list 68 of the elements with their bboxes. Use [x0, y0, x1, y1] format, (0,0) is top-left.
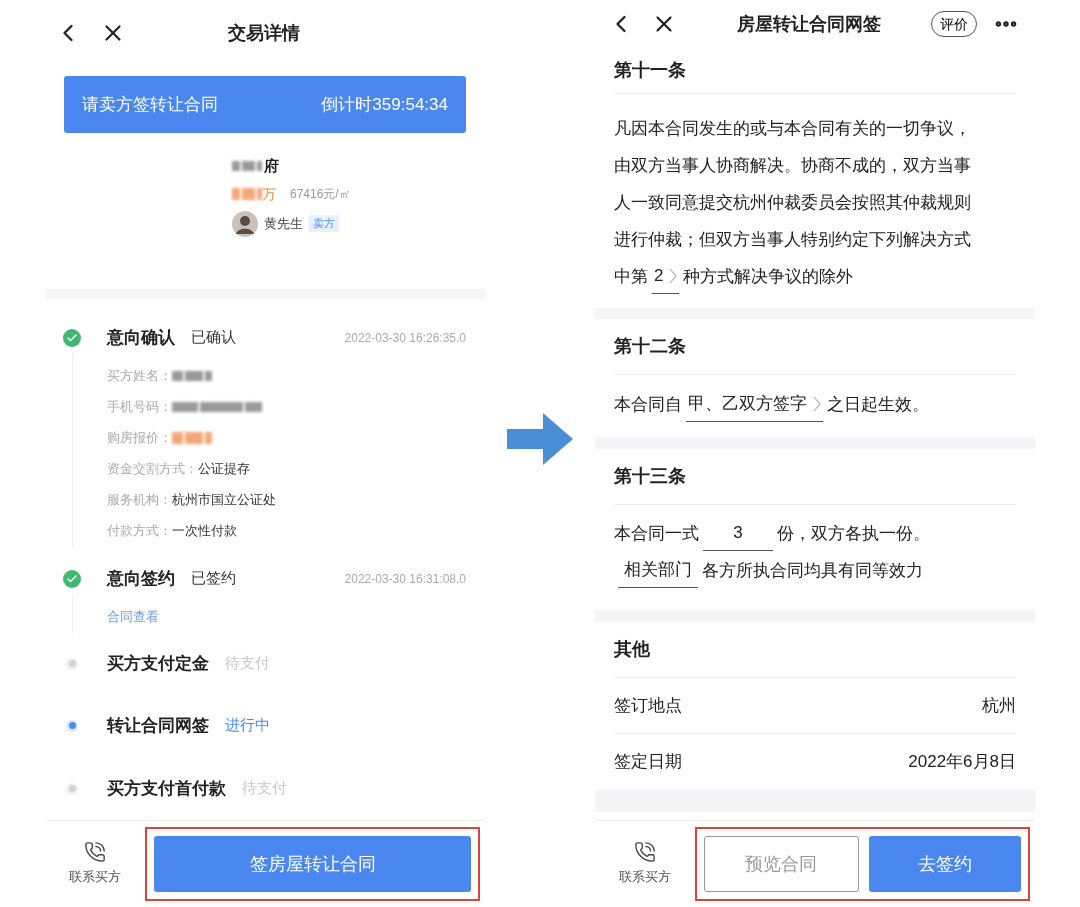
step-title: 买方支付首付款	[107, 777, 226, 800]
select-field[interactable]: 甲、乙双方签字	[686, 387, 823, 422]
blurred-text	[232, 188, 262, 200]
clause-text: 凡因本合同发生的或与本合同有关的一切争议，	[614, 117, 971, 140]
select-field[interactable]: 2	[652, 259, 680, 294]
field-label: 手机号码：	[107, 398, 172, 417]
phone-icon[interactable]	[634, 841, 656, 864]
progress-dot	[66, 657, 78, 670]
contact-label[interactable]: 联系买方	[69, 867, 121, 887]
row-label: 签定日期	[614, 751, 682, 774]
clause-text: 各方所执合同均具有同等效力	[702, 559, 923, 582]
section-title: 第十一条	[614, 59, 686, 82]
step-time: 2022-03-30 16:26:35.0	[344, 329, 466, 347]
step-title: 转让合同网签	[107, 714, 209, 737]
input-field[interactable]: 相关部门	[618, 553, 698, 588]
chevron-icon	[669, 268, 678, 284]
price-unit: 万	[262, 184, 276, 204]
row-label: 签订地点	[614, 694, 682, 717]
blurred-text	[232, 161, 262, 172]
step-title: 意向签约	[107, 567, 175, 590]
role-badge: 卖方	[309, 215, 339, 232]
right-arrow-icon	[507, 412, 573, 465]
input-field[interactable]: 3	[703, 516, 773, 551]
chevron-icon	[813, 396, 821, 412]
field-value: 杭州市国立公证处	[172, 491, 276, 510]
clause-text: 之日起生效。	[827, 393, 929, 416]
progress-dot	[66, 719, 78, 732]
field-value: 公证提存	[198, 460, 250, 479]
clause-text: 本合同自	[614, 393, 682, 416]
field-value: 一次性付款	[172, 522, 237, 541]
clause-text: 份，双方各执一份。	[777, 522, 930, 545]
field-label: 付款方式：	[107, 522, 172, 541]
step-status: 已签约	[191, 568, 236, 589]
clause-text: 人一致同意提交杭州仲裁委员会按照其仲裁规则	[614, 191, 971, 214]
field-label: 服务机构：	[107, 491, 172, 510]
unit-price: 67416元/㎡	[290, 186, 351, 203]
banner-message: 请卖方签转让合同	[82, 93, 218, 116]
clause-text: 种方式解决争议的除外	[683, 265, 854, 288]
property-name: 府	[264, 156, 279, 176]
check-icon	[63, 328, 81, 347]
blurred-text	[172, 432, 212, 444]
step-status: 已确认	[191, 327, 236, 348]
progress-dot	[66, 782, 78, 795]
step-status: 进行中	[225, 715, 270, 736]
step-title: 买方支付定金	[107, 652, 209, 675]
check-icon	[63, 569, 81, 588]
avatar	[232, 210, 258, 237]
step-time: 2022-03-30 16:31:08.0	[344, 570, 466, 588]
field-label: 买方姓名：	[107, 367, 172, 386]
field-label: 购房报价：	[107, 429, 172, 448]
contact-label[interactable]: 联系买方	[619, 867, 671, 887]
clause-text: 中第	[614, 265, 648, 288]
field-label: 资金交割方式：	[107, 460, 198, 479]
phone-icon[interactable]	[84, 841, 106, 864]
section-title: 第十二条	[614, 335, 686, 358]
page-title: 交易详情	[228, 21, 300, 45]
section-title: 其他	[614, 638, 650, 661]
row-value: 杭州	[982, 694, 1016, 717]
step-title: 意向确认	[107, 326, 175, 349]
page-title: 房屋转让合同网签	[737, 12, 881, 36]
row-value: 2022年6月8日	[908, 751, 1016, 774]
agent-name: 黄先生	[264, 214, 303, 233]
clause-text: 进行仲裁；但双方当事人特别约定下列解决方式	[614, 228, 971, 251]
clause-text: 本合同一式	[614, 522, 699, 545]
blurred-text	[172, 371, 212, 381]
section-title: 第十三条	[614, 465, 686, 488]
clause-text: 由双方当事人协商解决。协商不成的，双方当事	[614, 154, 971, 177]
countdown-text: 倒计时359:54:34	[321, 93, 448, 116]
